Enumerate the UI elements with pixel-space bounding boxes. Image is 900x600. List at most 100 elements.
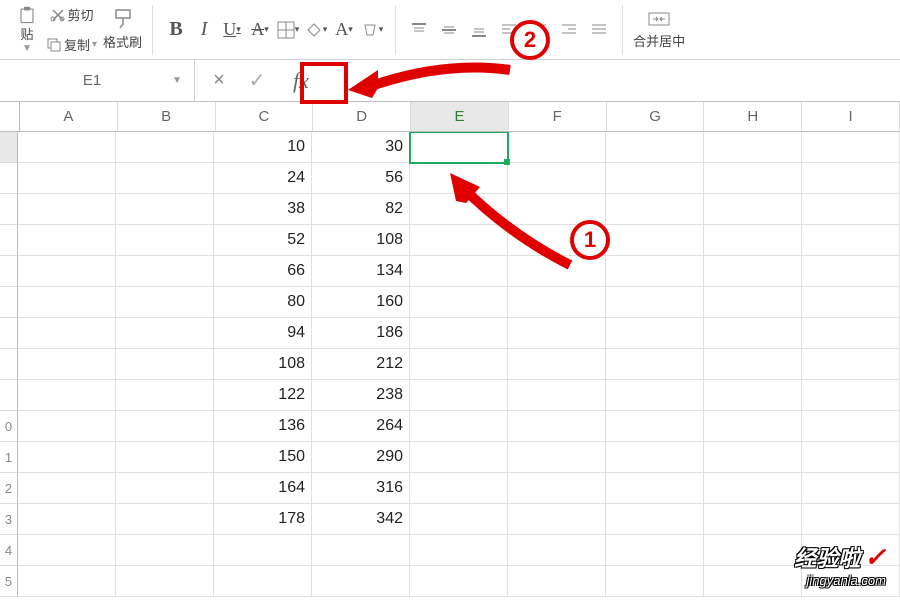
- cell[interactable]: [606, 287, 704, 318]
- cell[interactable]: [508, 256, 606, 287]
- cell[interactable]: [116, 256, 214, 287]
- cell[interactable]: [704, 380, 802, 411]
- cell[interactable]: [704, 318, 802, 349]
- align-top-button[interactable]: [406, 17, 432, 43]
- cell[interactable]: [18, 411, 116, 442]
- cell[interactable]: 56: [312, 163, 410, 194]
- cell[interactable]: [116, 442, 214, 473]
- cell[interactable]: 24: [214, 163, 312, 194]
- cell[interactable]: [704, 535, 802, 566]
- cell[interactable]: [802, 194, 900, 225]
- col-header-a[interactable]: A: [20, 102, 118, 132]
- cell[interactable]: [802, 473, 900, 504]
- cell[interactable]: 316: [312, 473, 410, 504]
- cell[interactable]: 264: [312, 411, 410, 442]
- cell[interactable]: [704, 411, 802, 442]
- underline-button[interactable]: U ▾: [219, 17, 245, 43]
- cell[interactable]: 108: [214, 349, 312, 380]
- cell[interactable]: [410, 225, 508, 256]
- cell[interactable]: [802, 225, 900, 256]
- row-header[interactable]: [0, 349, 18, 380]
- insert-function-button[interactable]: fx: [281, 63, 321, 99]
- cell[interactable]: [606, 194, 704, 225]
- cell[interactable]: 290: [312, 442, 410, 473]
- row-header[interactable]: [0, 380, 18, 411]
- cell[interactable]: [116, 566, 214, 597]
- copy-button[interactable]: 复制 ▾: [46, 32, 97, 58]
- cell[interactable]: [410, 473, 508, 504]
- cell[interactable]: [508, 225, 606, 256]
- cell[interactable]: [802, 256, 900, 287]
- col-header-e[interactable]: E: [411, 102, 509, 132]
- row-header[interactable]: [0, 225, 18, 256]
- cell[interactable]: 82: [312, 194, 410, 225]
- cell[interactable]: [18, 225, 116, 256]
- cell[interactable]: [606, 163, 704, 194]
- cell[interactable]: [410, 318, 508, 349]
- cell[interactable]: [606, 256, 704, 287]
- cell[interactable]: [704, 442, 802, 473]
- select-all-corner[interactable]: [0, 102, 20, 132]
- cut-button[interactable]: 剪切: [46, 2, 97, 28]
- cell[interactable]: [410, 256, 508, 287]
- cell[interactable]: 108: [312, 225, 410, 256]
- cell[interactable]: [704, 256, 802, 287]
- cell[interactable]: [410, 349, 508, 380]
- cell[interactable]: [606, 566, 704, 597]
- merge-center-button[interactable]: 合并居中: [633, 6, 685, 54]
- cell[interactable]: [802, 566, 900, 597]
- formula-input[interactable]: [331, 60, 900, 101]
- cell[interactable]: [18, 442, 116, 473]
- cell[interactable]: [606, 318, 704, 349]
- cell[interactable]: [116, 535, 214, 566]
- format-painter-button[interactable]: 格式刷: [103, 6, 142, 54]
- cell[interactable]: [410, 194, 508, 225]
- cell[interactable]: [704, 163, 802, 194]
- cell[interactable]: [704, 349, 802, 380]
- bold-button[interactable]: B: [163, 17, 189, 43]
- cell[interactable]: [116, 287, 214, 318]
- cell[interactable]: [116, 411, 214, 442]
- row-header[interactable]: 4: [0, 535, 18, 566]
- cell[interactable]: [18, 535, 116, 566]
- cell[interactable]: [312, 535, 410, 566]
- col-header-b[interactable]: B: [118, 102, 216, 132]
- cell[interactable]: [508, 349, 606, 380]
- name-box[interactable]: E1 ▼: [0, 60, 195, 101]
- cell[interactable]: [606, 225, 704, 256]
- col-header-g[interactable]: G: [607, 102, 705, 132]
- highlight-button[interactable]: ▾: [359, 17, 385, 43]
- cell[interactable]: [802, 504, 900, 535]
- cell[interactable]: [508, 132, 606, 163]
- cell[interactable]: [606, 349, 704, 380]
- confirm-formula-button[interactable]: ✓: [243, 67, 271, 95]
- cell[interactable]: [802, 163, 900, 194]
- align-middle-button[interactable]: [436, 17, 462, 43]
- cell[interactable]: 212: [312, 349, 410, 380]
- cell[interactable]: [18, 349, 116, 380]
- align-left-button[interactable]: [496, 17, 522, 43]
- cell[interactable]: [18, 380, 116, 411]
- cell[interactable]: 186: [312, 318, 410, 349]
- cell[interactable]: [508, 194, 606, 225]
- cell[interactable]: [802, 349, 900, 380]
- cell[interactable]: [508, 380, 606, 411]
- cell[interactable]: [606, 411, 704, 442]
- cell[interactable]: 160: [312, 287, 410, 318]
- cell[interactable]: [410, 380, 508, 411]
- cell[interactable]: [18, 132, 116, 163]
- cell[interactable]: [410, 442, 508, 473]
- cell[interactable]: 136: [214, 411, 312, 442]
- cell[interactable]: [606, 442, 704, 473]
- cell[interactable]: 150: [214, 442, 312, 473]
- cell[interactable]: [410, 535, 508, 566]
- cell[interactable]: [18, 256, 116, 287]
- strikethrough-button[interactable]: A ▾: [247, 17, 273, 43]
- cell[interactable]: [704, 287, 802, 318]
- cell[interactable]: [802, 442, 900, 473]
- cell[interactable]: [116, 473, 214, 504]
- row-header[interactable]: [0, 287, 18, 318]
- cell[interactable]: [802, 287, 900, 318]
- cell[interactable]: [508, 287, 606, 318]
- cell[interactable]: [802, 411, 900, 442]
